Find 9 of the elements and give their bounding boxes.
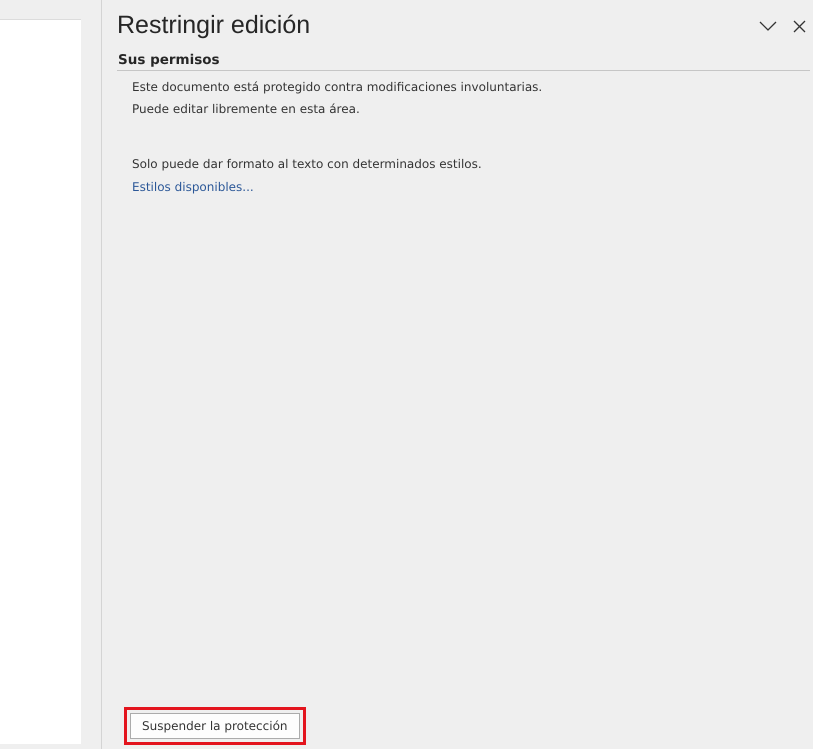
permission-text: Puede editar libremente en esta área. (132, 101, 361, 118)
permission-text: Este documento está protegido contra modificaciones involuntarias. (132, 79, 544, 96)
chevron-down-icon (759, 21, 777, 31)
pane-title: Restringir edición (117, 10, 312, 40)
close-icon (793, 20, 806, 32)
permission-text: Solo puede dar formato al texto con determinados estilos. (132, 156, 483, 173)
styles-link[interactable]: Estilos disponibles... (132, 175, 254, 199)
section-heading: Sus permisos (117, 52, 810, 71)
stop-protection-button[interactable]: Suspender la protección (130, 713, 300, 739)
